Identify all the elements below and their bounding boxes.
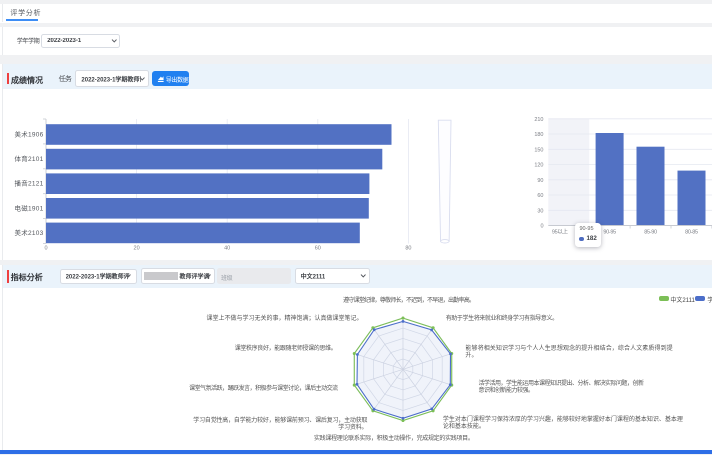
- svg-text:0: 0: [44, 245, 47, 251]
- svg-text:体育2101: 体育2101: [15, 154, 44, 163]
- svg-text:40: 40: [224, 245, 230, 251]
- svg-text:95以上: 95以上: [552, 227, 569, 235]
- svg-text:80: 80: [405, 245, 411, 251]
- svg-text:120: 120: [534, 162, 543, 168]
- svg-text:0: 0: [540, 223, 543, 229]
- svg-text:20: 20: [134, 245, 140, 251]
- svg-text:180: 180: [534, 132, 543, 138]
- svg-text:150: 150: [534, 147, 543, 153]
- svg-text:播音2121: 播音2121: [15, 178, 44, 187]
- svg-text:美术1906: 美术1906: [15, 129, 44, 138]
- svg-text:30: 30: [537, 208, 543, 214]
- svg-text:60: 60: [537, 193, 543, 199]
- svg-text:90-95: 90-95: [603, 229, 616, 235]
- svg-text:90: 90: [537, 177, 543, 183]
- svg-text:85-90: 85-90: [644, 229, 657, 235]
- svg-text:80-85: 80-85: [685, 229, 698, 235]
- svg-text:210: 210: [534, 116, 543, 122]
- svg-text:60: 60: [315, 245, 321, 251]
- svg-text:美术2103: 美术2103: [15, 227, 44, 236]
- svg-text:电磁1901: 电磁1901: [15, 203, 44, 212]
